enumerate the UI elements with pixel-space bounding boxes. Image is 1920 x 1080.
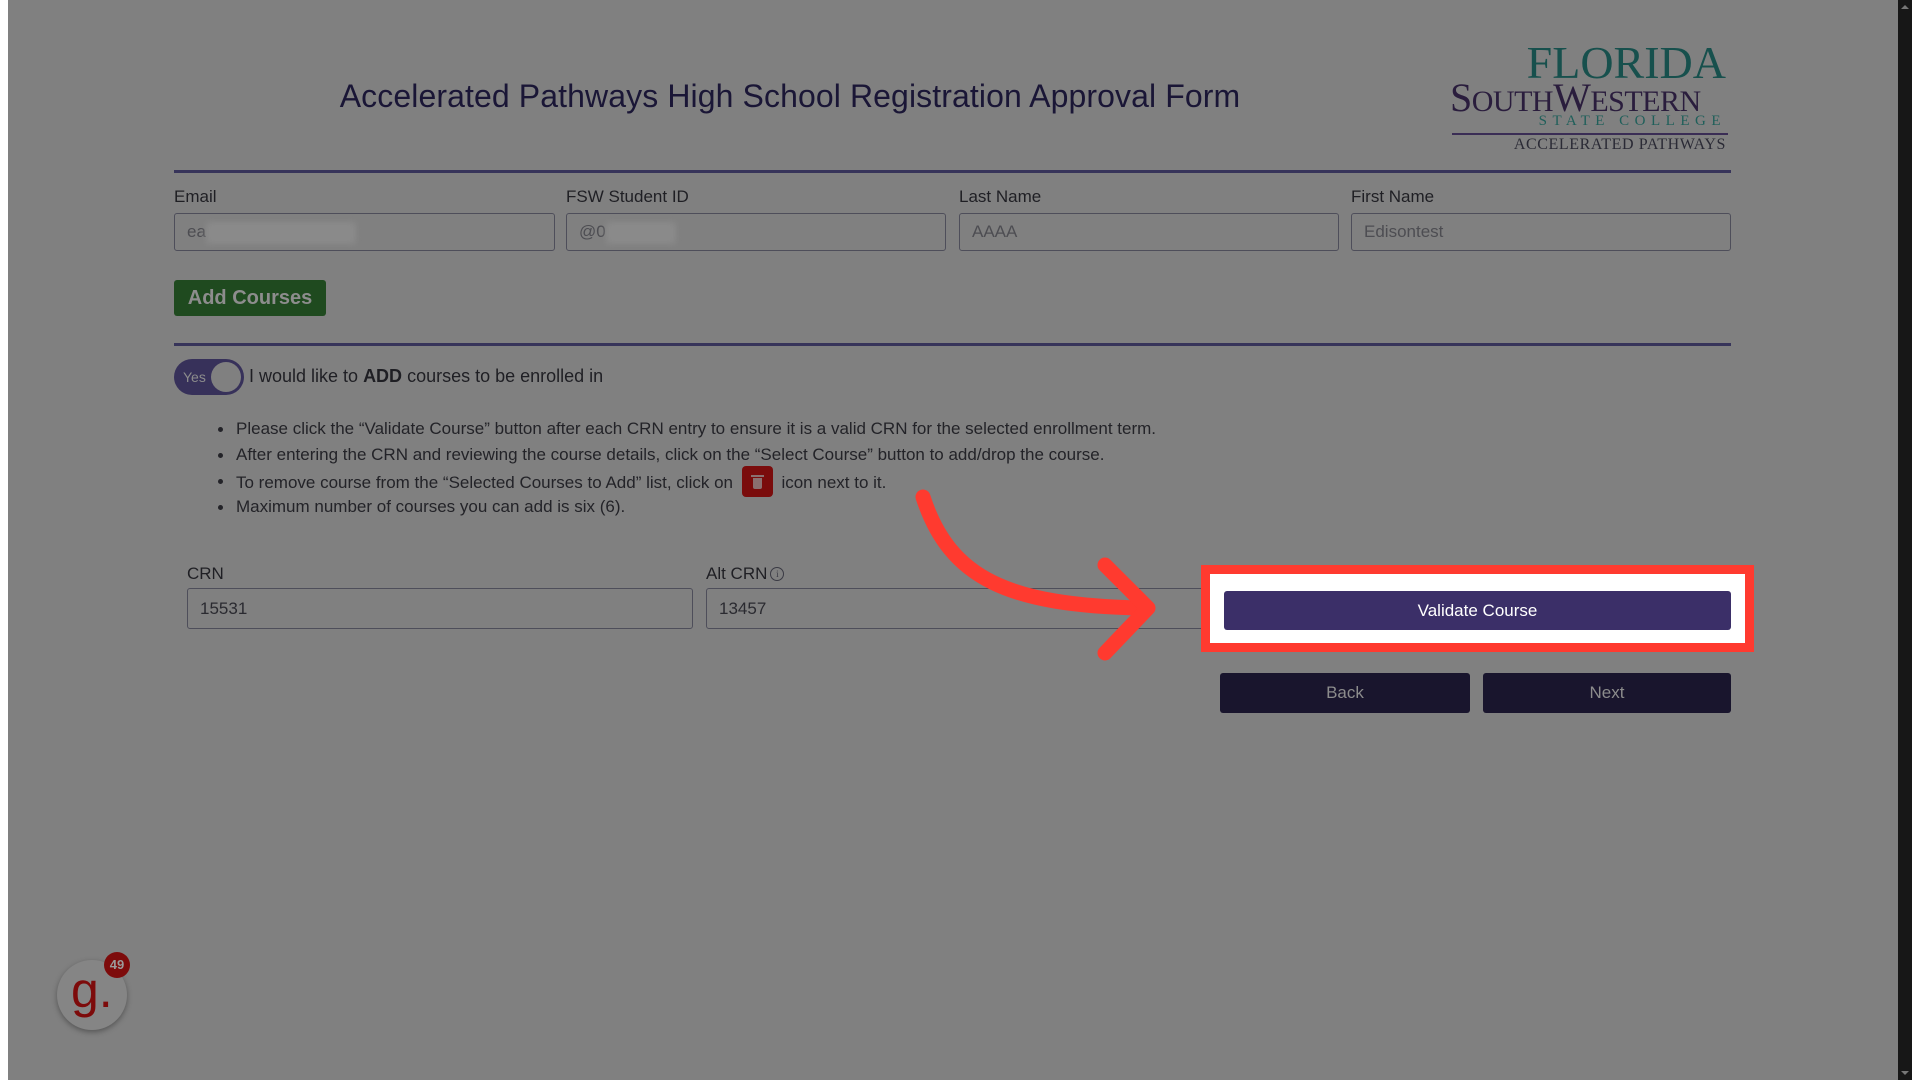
grammarly-count-badge: 49 xyxy=(104,952,130,978)
alt-crn-input[interactable]: 13457 xyxy=(706,588,1210,629)
alt-crn-label: Alt CRN i xyxy=(706,564,785,584)
instruction-item: After entering the CRN and reviewing the… xyxy=(218,442,1156,468)
toggle-label: I would like to ADD courses to be enroll… xyxy=(249,366,604,386)
logo-rule xyxy=(1452,133,1728,135)
logo-accelerated-pathways: ACCELERATED PATHWAYS xyxy=(1513,136,1726,153)
info-icon[interactable]: i xyxy=(770,566,785,581)
fsw-logo: FLORIDA SOUTHWESTERN STATE COLLEGE ACCEL… xyxy=(1448,40,1732,155)
next-button[interactable]: Next xyxy=(1483,673,1731,713)
first-name-field[interactable]: Edisontest xyxy=(1351,213,1731,251)
section-divider xyxy=(174,343,1731,346)
crn-input[interactable]: 15531 xyxy=(187,588,693,629)
trash-icon xyxy=(741,466,773,497)
instructions-list: Please click the “Validate Course” butto… xyxy=(218,416,1156,520)
toggle-knob xyxy=(211,362,241,392)
last-name-field[interactable]: AAAA xyxy=(959,213,1339,251)
page-overlay xyxy=(8,0,1898,1080)
redacted-blur xyxy=(605,221,676,244)
redacted-blur xyxy=(205,221,356,244)
student-id-field[interactable]: @0 xyxy=(566,213,946,251)
email-field[interactable]: ea xyxy=(174,213,555,251)
add-courses-button[interactable]: Add Courses xyxy=(174,280,326,316)
email-label: Email xyxy=(174,187,217,206)
add-courses-toggle[interactable]: Yes xyxy=(174,359,244,395)
last-name-label: Last Name xyxy=(959,187,1042,206)
grammarly-button[interactable]: g. 49 xyxy=(57,952,130,1030)
vertical-scrollbar[interactable] xyxy=(1898,0,1912,1080)
page-title: Accelerated Pathways High School Registr… xyxy=(339,78,1241,114)
scroll-up-icon[interactable] xyxy=(1901,5,1909,9)
instruction-item: To remove course from the “Selected Cour… xyxy=(218,466,1156,497)
validate-course-button[interactable]: Validate Course xyxy=(1224,591,1731,630)
instruction-item: Maximum number of courses you can add is… xyxy=(218,494,1156,520)
logo-state-college: STATE COLLEGE xyxy=(1538,113,1726,129)
toggle-state-label: Yes xyxy=(183,369,206,385)
instruction-item: Please click the “Validate Course” butto… xyxy=(218,416,1156,442)
back-button[interactable]: Back xyxy=(1220,673,1470,713)
crn-label: CRN xyxy=(187,564,224,583)
scroll-down-icon[interactable] xyxy=(1901,1071,1909,1075)
student-id-label: FSW Student ID xyxy=(566,187,689,206)
header-divider xyxy=(174,170,1731,173)
first-name-label: First Name xyxy=(1351,187,1435,206)
